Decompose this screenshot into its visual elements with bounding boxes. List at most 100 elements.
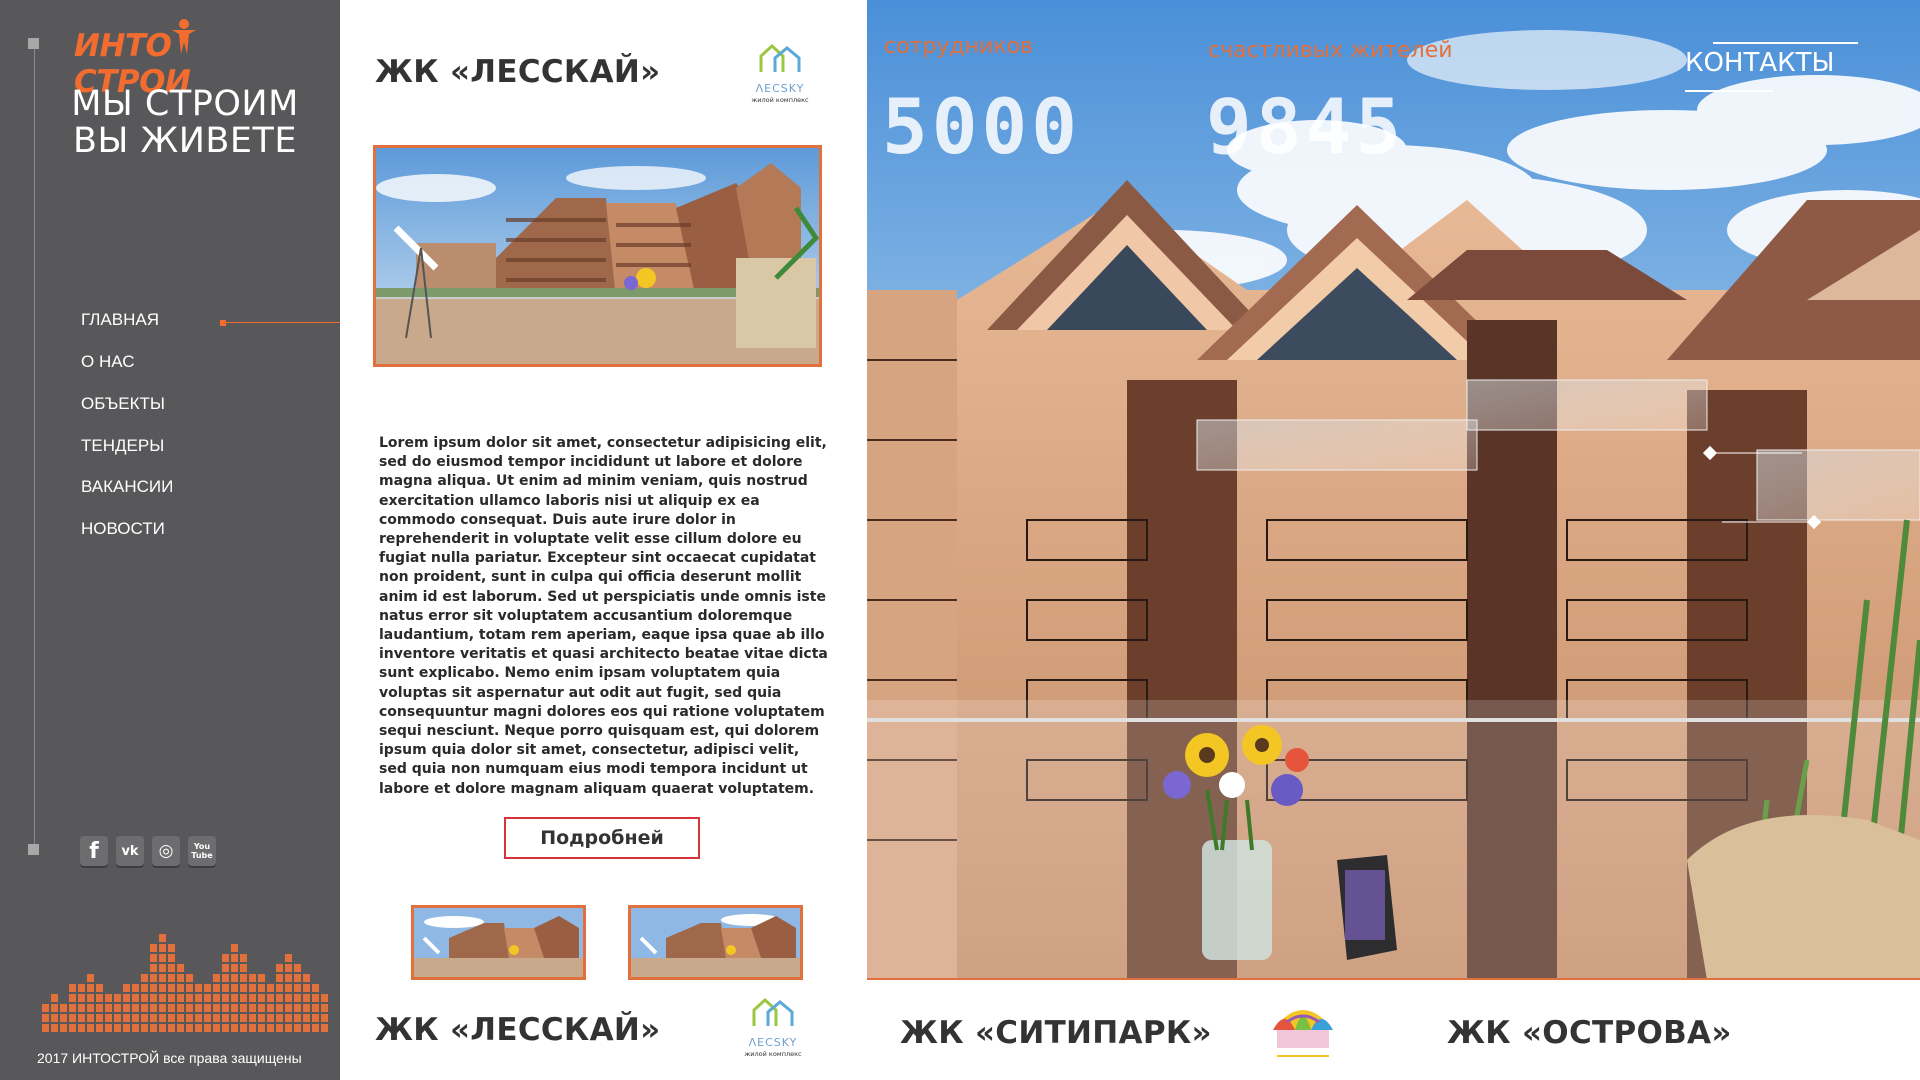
- equalizer-block: [276, 1004, 283, 1012]
- equalizer-block: [96, 1004, 103, 1012]
- equalizer-block: [321, 1004, 328, 1012]
- equalizer-block: [276, 1024, 283, 1032]
- equalizer-block: [114, 994, 121, 1002]
- equalizer-block: [150, 994, 157, 1002]
- equalizer-block: [96, 984, 103, 992]
- equalizer-block: [159, 974, 166, 982]
- equalizer-block: [276, 1014, 283, 1022]
- equalizer-block: [60, 1014, 67, 1022]
- equalizer-block: [294, 1004, 301, 1012]
- equalizer-block: [303, 1004, 310, 1012]
- equalizer-block: [195, 1024, 202, 1032]
- company-logo[interactable]: ИНТО СТРОИ: [70, 10, 310, 100]
- project-card-ostrova-title[interactable]: ЖК «ОСТРОВА»: [1447, 1015, 1732, 1051]
- equalizer-block: [267, 1004, 274, 1012]
- equalizer-block: [78, 1004, 85, 1012]
- nav-active-indicator-line: [226, 322, 340, 323]
- equalizer-block: [285, 984, 292, 992]
- nav-item-home[interactable]: ГЛАВНАЯ: [81, 310, 231, 330]
- sidebar-guide-marker-bottom: [28, 844, 39, 855]
- equalizer-block: [150, 1024, 157, 1032]
- project-thumbnail-2[interactable]: [628, 905, 803, 980]
- equalizer-block: [141, 974, 148, 982]
- project-main-photo[interactable]: [373, 145, 822, 367]
- equalizer-block: [159, 934, 166, 942]
- equalizer-block: [249, 1024, 256, 1032]
- equalizer-block: [258, 1004, 265, 1012]
- equalizer-block: [96, 994, 103, 1002]
- nav-item-tenders[interactable]: ТЕНДЕРЫ: [81, 436, 231, 456]
- nav-item-objects[interactable]: ОБЪЕКТЫ: [81, 394, 231, 414]
- project-card-citypark-title[interactable]: ЖК «СИТИПАРК»: [900, 1015, 1212, 1051]
- equalizer-block: [303, 1014, 310, 1022]
- youtube-icon[interactable]: You Tube: [188, 836, 216, 866]
- copyright-text: 2017 ИНТОСТРОЙ все права защищены: [37, 1050, 302, 1066]
- lesky-logo-small-text: ΛECSKY: [749, 1036, 798, 1049]
- residents-label: счастливых жителей: [1208, 38, 1453, 63]
- equalizer-block: [87, 1014, 94, 1022]
- equalizer-block: [186, 1014, 193, 1022]
- equalizer-block: [285, 964, 292, 972]
- equalizer-block: [312, 994, 319, 1002]
- equalizer-block: [132, 994, 139, 1002]
- equalizer-block: [222, 1014, 229, 1022]
- equalizer-block: [69, 994, 76, 1002]
- nav-item-news[interactable]: НОВОСТИ: [81, 519, 231, 539]
- equalizer-block: [186, 994, 193, 1002]
- equalizer-block: [276, 984, 283, 992]
- equalizer-block: [42, 1004, 49, 1012]
- equalizer-block: [123, 1014, 130, 1022]
- equalizer-block: [87, 994, 94, 1002]
- equalizer-block: [195, 994, 202, 1002]
- equalizer-block: [240, 974, 247, 982]
- contacts-line-top: [1713, 42, 1858, 44]
- instagram-icon[interactable]: ◎: [152, 836, 180, 866]
- equalizer-block: [240, 1024, 247, 1032]
- lesky-logo-small: ΛECSKY жилой комплекс: [744, 997, 802, 1058]
- vk-icon[interactable]: vk: [116, 836, 144, 866]
- nav-active-indicator-dot: [220, 320, 226, 326]
- equalizer-block: [177, 1014, 184, 1022]
- nav-item-vacancies[interactable]: ВАКАНСИИ: [81, 477, 231, 497]
- project-panel: ЖК «ЛЕССКАЙ» ΛECSKY жилой комплекс Lorem…: [340, 0, 867, 980]
- equalizer-block: [195, 1014, 202, 1022]
- equalizer-block: [285, 1014, 292, 1022]
- equalizer-block: [141, 1024, 148, 1032]
- facebook-icon[interactable]: f: [80, 836, 108, 866]
- equalizer-block: [168, 944, 175, 952]
- equalizer-block: [240, 984, 247, 992]
- equalizer-block: [231, 954, 238, 962]
- equalizer-block: [222, 1024, 229, 1032]
- equalizer-block: [96, 1014, 103, 1022]
- more-button[interactable]: Подробней: [504, 817, 700, 859]
- equalizer-block: [78, 1024, 85, 1032]
- equalizer-block: [249, 974, 256, 982]
- equalizer-block: [51, 1024, 58, 1032]
- equalizer-block: [294, 974, 301, 982]
- equalizer-block: [141, 984, 148, 992]
- equalizer-block: [276, 974, 283, 982]
- lesky-logo: ΛECSKY жилой комплекс: [751, 43, 809, 104]
- equalizer-block: [249, 1014, 256, 1022]
- equalizer-block: [87, 984, 94, 992]
- project-thumbnail-1[interactable]: [411, 905, 586, 980]
- sidebar-guide-marker-top: [28, 38, 39, 49]
- nav-item-about[interactable]: О НАС: [81, 352, 231, 372]
- employees-label: сотрудников: [884, 34, 1033, 59]
- equalizer-block: [141, 1004, 148, 1012]
- project-card-lesky-title[interactable]: ЖК «ЛЕССКАЙ»: [375, 1012, 660, 1048]
- equalizer-block: [105, 994, 112, 1002]
- contacts-link[interactable]: КОНТАКТЫ: [1685, 48, 1834, 78]
- equalizer-block: [240, 994, 247, 1002]
- equalizer-block: [240, 964, 247, 972]
- equalizer-block: [267, 994, 274, 1002]
- equalizer-block: [222, 954, 229, 962]
- equalizer-block: [69, 1014, 76, 1022]
- logo-text-left: ИНТО: [74, 28, 172, 64]
- equalizer-block: [240, 954, 247, 962]
- equalizer-block: [168, 954, 175, 962]
- lesky-logo-small-sub: жилой комплекс: [744, 1050, 802, 1058]
- equalizer-block: [213, 1004, 220, 1012]
- equalizer-block: [60, 1024, 67, 1032]
- equalizer-block: [159, 944, 166, 952]
